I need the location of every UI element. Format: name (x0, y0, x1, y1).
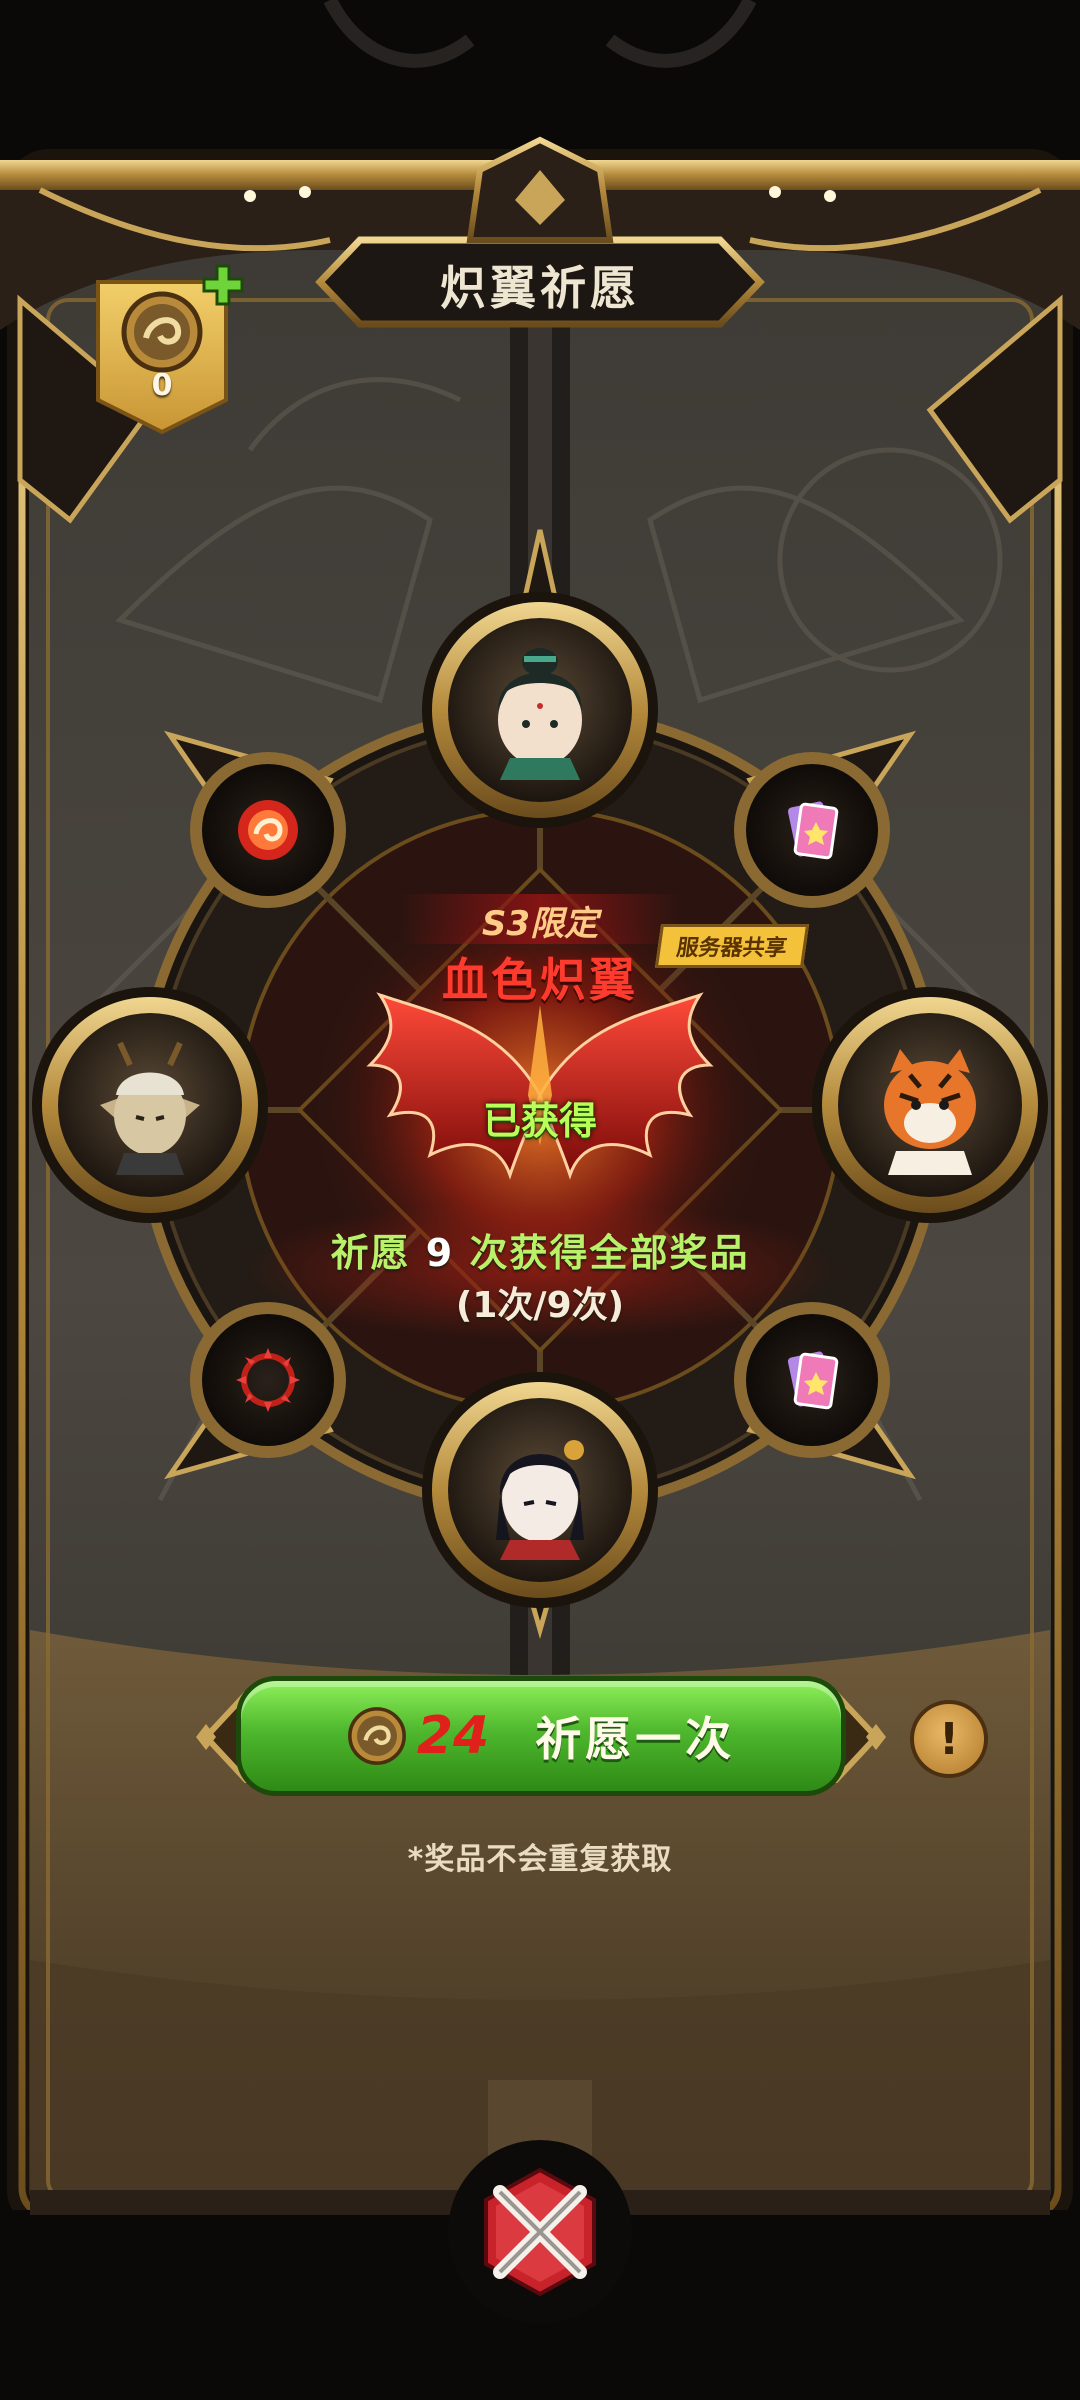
thorn-ring-icon[interactable] (228, 1340, 308, 1420)
progress-suffix: 次获得全部奖品 (469, 1231, 750, 1275)
no-duplicate-note: *奖品不会重复获取 (407, 1842, 673, 1877)
crimson-wings-icon[interactable] (360, 985, 720, 1185)
card-pack-icon[interactable] (772, 1340, 852, 1420)
pray-cost: 24 (416, 1706, 490, 1766)
info-button[interactable]: ! (910, 1700, 988, 1778)
card-pack-icon[interactable] (772, 790, 852, 870)
obtained-status: 已获得 (482, 1099, 597, 1143)
currency-badge[interactable]: 0 (92, 264, 244, 442)
event-tag: S3限定 (481, 904, 599, 944)
swirl-coin-icon (121, 291, 203, 373)
progress-prefix: 祈愿 (330, 1231, 411, 1275)
exclamation-icon: ! (938, 1713, 960, 1765)
close-button[interactable] (448, 2140, 632, 2324)
pray-once-label: 祈愿一次 (535, 1712, 736, 1766)
hero-portrait-top[interactable] (470, 640, 610, 780)
server-shared-label: 服务器共享 (674, 936, 789, 961)
fire-orb-icon[interactable] (228, 790, 308, 870)
server-shared-badge: 服务器共享 (654, 924, 810, 968)
hero-portrait-bottom[interactable] (470, 1420, 610, 1560)
currency-count: 0 (151, 368, 173, 403)
progress-summary: 祈愿 9 次获得全部奖品 (0, 1222, 1080, 1277)
plus-icon[interactable] (200, 262, 246, 308)
pray-once-button[interactable]: 24 祈愿一次 (236, 1676, 846, 1796)
crossed-blades-close-icon (484, 2167, 596, 2297)
progress-total: 9 (425, 1231, 455, 1275)
progress-detail: (1次/9次) (455, 1285, 625, 1326)
swirl-coin-icon (347, 1707, 406, 1765)
